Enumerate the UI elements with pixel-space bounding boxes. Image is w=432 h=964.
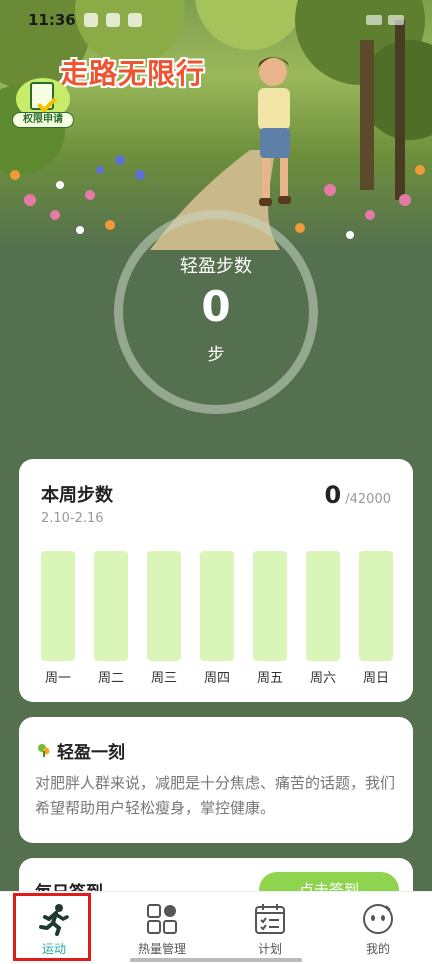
- day-label: 周日: [362, 671, 389, 686]
- steps-ring-unit: 步: [207, 345, 225, 365]
- weekly-total: 0/42000: [325, 481, 391, 509]
- day-bar-fill: [359, 551, 393, 661]
- day-label: 周六: [309, 671, 336, 686]
- status-system-icons: [366, 15, 404, 25]
- day-bar-fill: [306, 551, 340, 661]
- boy-figure: [258, 57, 291, 206]
- nav-item-calorie[interactable]: 热量管理: [108, 892, 216, 964]
- day-label: 周一: [44, 671, 71, 686]
- status-notification-icons: [83, 13, 142, 27]
- weekly-goal-steps: /42000: [345, 492, 391, 507]
- nav-item-plan[interactable]: 计划: [216, 892, 324, 964]
- weekly-date-range: 2.10-2.16: [41, 511, 104, 526]
- day-bar-fill: [41, 551, 75, 661]
- weekly-steps-title: 本周步数: [41, 485, 113, 506]
- sprout-icon: [38, 744, 50, 757]
- intro-title: 轻盈一刻: [57, 743, 125, 763]
- day-label: 周五: [256, 671, 283, 686]
- app-notification-icon: [127, 13, 142, 27]
- weekly-steps-card: 本周步数 2.10-2.16 0/42000 周一 周二 周三 周四 周五 周六 周日: [19, 459, 413, 702]
- app-title: 走路无限行: [60, 57, 206, 90]
- status-time: 11:36: [28, 11, 76, 29]
- permission-label: 权限申请: [12, 112, 74, 128]
- day-label: 周三: [150, 671, 177, 686]
- weekly-current-steps: 0: [324, 481, 342, 509]
- nav-label-mine: 我的: [365, 942, 390, 956]
- home-indicator: [130, 958, 302, 962]
- intro-card: 轻盈一刻 对肥胖人群来说，减肥是十分焦虑、痛苦的话题，我们希望帮助用户轻松瘦身，…: [19, 717, 413, 843]
- permission-request-button[interactable]: 权限申请: [12, 78, 74, 128]
- shield-icon: [83, 13, 98, 27]
- status-bar: 11:36: [0, 0, 432, 40]
- weekly-bars: 周一 周二 周三 周四 周五 周六 周日: [41, 551, 393, 691]
- face-icon: [363, 904, 393, 934]
- app-notification-icon: [105, 13, 120, 27]
- nav-label-calorie: 热量管理: [137, 942, 186, 956]
- day-bar: 周一: [41, 551, 75, 686]
- day-label: 周二: [97, 671, 124, 686]
- nav-item-mine[interactable]: 我的: [324, 892, 432, 964]
- day-bar-fill: [147, 551, 181, 661]
- day-bar: 周五: [253, 551, 287, 686]
- day-bar-fill: [200, 551, 234, 661]
- day-bar-fill: [253, 551, 287, 661]
- day-bar: 周四: [200, 551, 234, 686]
- selection-highlight-box: [13, 893, 91, 961]
- intro-text: 对肥胖人群来说，减肥是十分焦虑、痛苦的话题，我们希望帮助用户轻松瘦身，掌控健康。: [35, 774, 396, 817]
- nav-label-plan: 计划: [257, 942, 282, 956]
- day-bar-fill: [94, 551, 128, 661]
- battery-icon: [388, 15, 404, 25]
- day-label: 周四: [203, 671, 230, 686]
- day-bar: 周二: [94, 551, 128, 686]
- steps-ring-value: 0: [201, 282, 231, 331]
- day-bar: 周三: [147, 551, 181, 686]
- grid-apps-icon: [147, 904, 177, 934]
- calendar-checklist-icon: [255, 904, 285, 934]
- day-bar: 周六: [306, 551, 340, 686]
- wifi-icon: [366, 15, 382, 25]
- day-bar: 周日: [359, 551, 393, 686]
- steps-ring-label: 轻盈步数: [180, 256, 252, 277]
